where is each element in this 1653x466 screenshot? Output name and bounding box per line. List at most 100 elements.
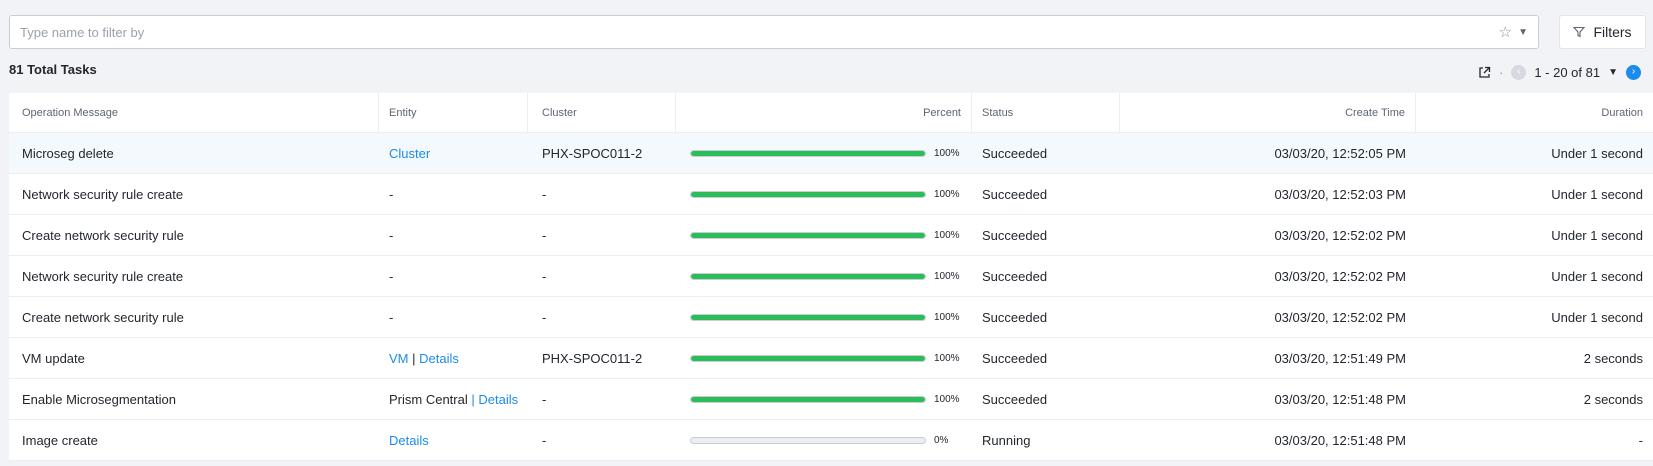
- percent-cell: 100%: [676, 189, 972, 200]
- table-row[interactable]: Enable Microsegmentation Prism Central |…: [9, 379, 1653, 420]
- create-time-cell: 03/03/20, 12:52:05 PM: [1274, 145, 1406, 161]
- details-link[interactable]: Details: [419, 351, 459, 366]
- column-header-create-time[interactable]: Create Time: [1120, 93, 1416, 132]
- create-time-cell: 03/03/20, 12:52:02 PM: [1274, 268, 1406, 284]
- entity-cell: Prism Central | Details: [379, 392, 528, 407]
- cluster-cell: -: [542, 309, 547, 325]
- page-range-dropdown[interactable]: 1 - 20 of 81 ▼: [1534, 65, 1618, 80]
- percent-label: 100%: [934, 147, 960, 159]
- percent-label: 100%: [934, 188, 960, 200]
- table-row[interactable]: Create network security rule - - 100% Su…: [9, 297, 1653, 338]
- entity-text: Prism Central: [389, 391, 468, 407]
- page-range-label: 1 - 20 of 81: [1534, 64, 1601, 80]
- duration-cell: Under 1 second: [1551, 145, 1643, 161]
- create-time-cell: 03/03/20, 12:52:02 PM: [1274, 227, 1406, 243]
- column-header-cluster[interactable]: Cluster: [528, 93, 676, 132]
- progress-fill: [691, 273, 925, 279]
- percent-label: 100%: [934, 270, 960, 282]
- duration-cell: 2 seconds: [1583, 391, 1643, 407]
- duration-cell: 2 seconds: [1583, 350, 1643, 366]
- cluster-cell: -: [542, 391, 547, 407]
- column-header-duration[interactable]: Duration: [1416, 93, 1653, 132]
- duration-cell: Under 1 second: [1551, 186, 1643, 202]
- create-time-cell: 03/03/20, 12:51:48 PM: [1274, 391, 1406, 407]
- operation-message: Microseg delete: [22, 145, 114, 161]
- duration-cell: Under 1 second: [1551, 268, 1643, 284]
- cluster-cell: -: [542, 268, 547, 284]
- entity-link[interactable]: VM: [389, 351, 409, 366]
- entity-link[interactable]: Cluster: [389, 146, 430, 161]
- chevron-down-icon: ▼: [1608, 66, 1618, 78]
- column-header-operation[interactable]: Operation Message: [9, 93, 379, 132]
- operation-message: Network security rule create: [22, 186, 184, 202]
- entity-cell: VM | Details: [379, 351, 528, 366]
- table-row[interactable]: VM update VM | Details PHX-SPOC011-2 100…: [9, 338, 1653, 379]
- table-row[interactable]: Network security rule create - - 100% Su…: [9, 256, 1653, 297]
- details-link[interactable]: Details: [389, 433, 429, 448]
- table-row[interactable]: Create network security rule - - 100% Su…: [9, 215, 1653, 256]
- create-time-cell: 03/03/20, 12:52:02 PM: [1274, 309, 1406, 325]
- total-tasks-count: 81 Total Tasks: [9, 62, 97, 77]
- search-box: ☆ ▼: [9, 15, 1539, 49]
- status-cell: Succeeded: [982, 145, 1048, 161]
- progress-bar: [690, 190, 926, 198]
- details-link[interactable]: Details: [478, 392, 518, 407]
- progress-fill: [691, 355, 925, 361]
- progress-fill: [691, 396, 925, 402]
- table-row[interactable]: Microseg delete Cluster PHX-SPOC011-2 10…: [9, 133, 1653, 174]
- filters-button[interactable]: Filters: [1559, 15, 1646, 49]
- status-cell: Running: [982, 432, 1031, 448]
- percent-label: 100%: [934, 229, 960, 241]
- star-icon[interactable]: ☆: [1499, 23, 1512, 41]
- percent-cell: 0%: [676, 435, 972, 446]
- create-time-cell: 03/03/20, 12:51:49 PM: [1274, 350, 1406, 366]
- entity-separator: |: [412, 350, 416, 366]
- tasks-table: Operation Message Entity Cluster Percent…: [9, 93, 1653, 461]
- duration-cell: Under 1 second: [1551, 309, 1643, 325]
- status-cell: Succeeded: [982, 227, 1048, 243]
- operation-message: Create network security rule: [22, 309, 184, 325]
- duration-cell: Under 1 second: [1551, 227, 1643, 243]
- status-cell: Succeeded: [982, 186, 1048, 202]
- table-row[interactable]: Network security rule create - - 100% Su…: [9, 174, 1653, 215]
- cluster-cell: -: [542, 432, 547, 448]
- operation-message: Image create: [22, 432, 98, 448]
- progress-bar: [690, 436, 926, 444]
- entity-cell: -: [389, 309, 394, 325]
- external-link-icon[interactable]: [1478, 66, 1491, 79]
- pager-separator: ·: [1498, 64, 1504, 80]
- progress-bar: [690, 272, 926, 280]
- pagination: · ‹ 1 - 20 of 81 ▼ ›: [1478, 62, 1641, 82]
- status-cell: Succeeded: [982, 350, 1048, 366]
- column-header-percent[interactable]: Percent: [676, 93, 972, 132]
- cluster-cell: -: [542, 186, 547, 202]
- progress-bar: [690, 149, 926, 157]
- create-time-cell: 03/03/20, 12:52:03 PM: [1274, 186, 1406, 202]
- operation-message: Enable Microsegmentation: [22, 391, 176, 407]
- filters-label: Filters: [1593, 24, 1632, 40]
- operation-message: VM update: [22, 350, 85, 366]
- cluster-cell: -: [542, 227, 547, 243]
- status-cell: Succeeded: [982, 391, 1048, 407]
- progress-bar: [690, 231, 926, 239]
- percent-cell: 100%: [676, 271, 972, 282]
- percent-label: 100%: [934, 393, 960, 405]
- next-page-icon[interactable]: ›: [1626, 64, 1641, 80]
- search-input[interactable]: [20, 24, 1499, 40]
- operation-message: Create network security rule: [22, 227, 184, 243]
- progress-bar: [690, 313, 926, 321]
- cluster-cell: PHX-SPOC011-2: [542, 145, 643, 161]
- column-header-entity[interactable]: Entity: [379, 93, 528, 132]
- duration-cell: -: [1638, 432, 1643, 448]
- column-header-status[interactable]: Status: [972, 93, 1120, 132]
- create-time-cell: 03/03/20, 12:51:48 PM: [1274, 432, 1406, 448]
- percent-cell: 100%: [676, 148, 972, 159]
- status-cell: Succeeded: [982, 268, 1048, 284]
- prev-page-icon[interactable]: ‹: [1511, 64, 1527, 80]
- table-header: Operation Message Entity Cluster Percent…: [9, 93, 1653, 133]
- table-row[interactable]: Image create Details - 0% Running 03/03/…: [9, 420, 1653, 461]
- cluster-cell: PHX-SPOC011-2: [542, 350, 643, 366]
- progress-fill: [691, 150, 925, 156]
- entity-cell: -: [389, 227, 394, 243]
- chevron-down-icon[interactable]: ▼: [1518, 27, 1528, 38]
